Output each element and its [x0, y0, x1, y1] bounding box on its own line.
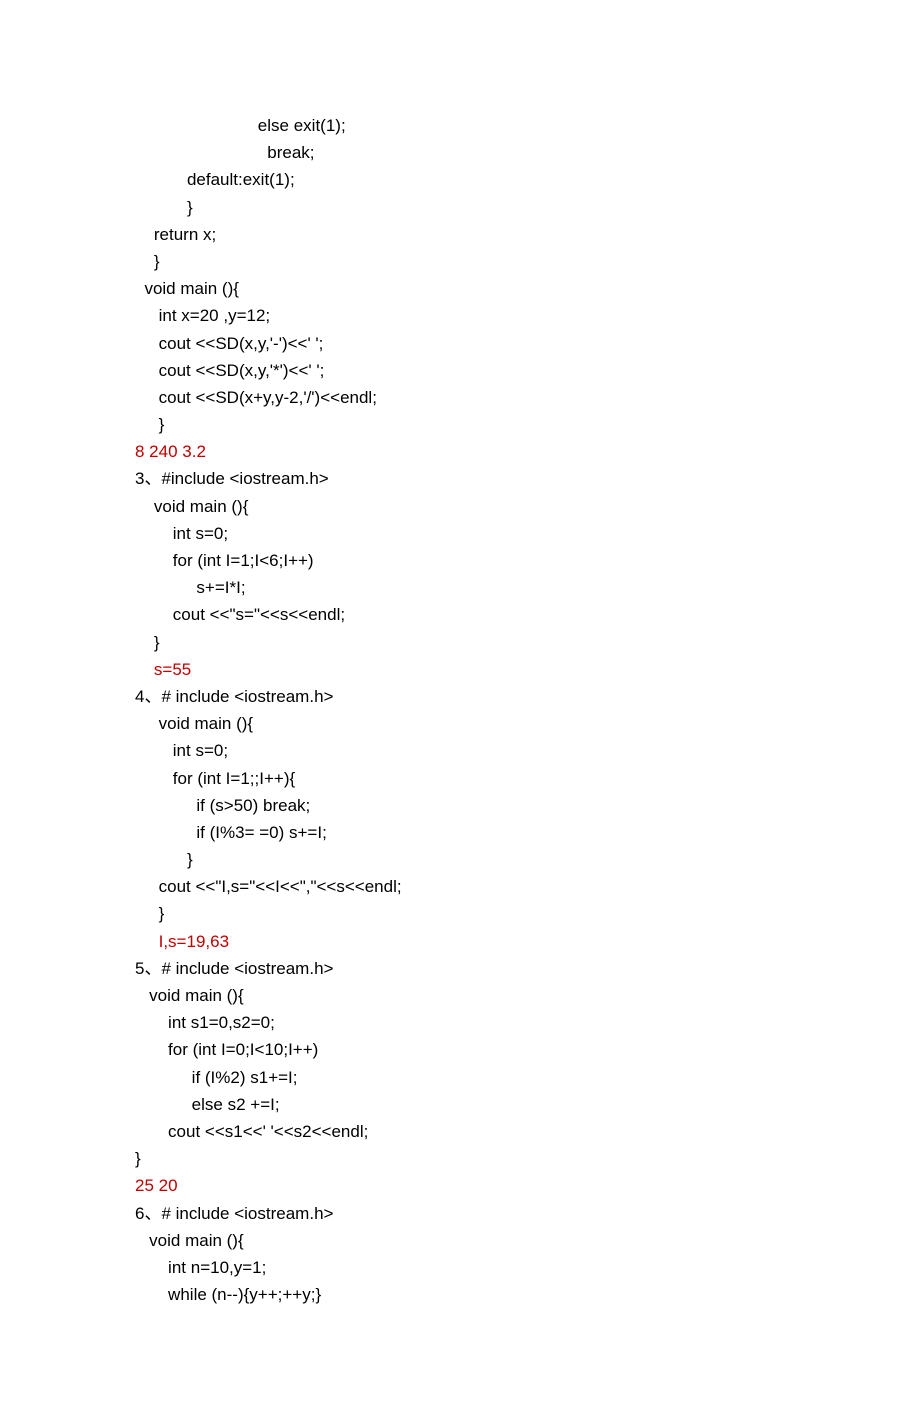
code-line: 25 20 — [135, 1172, 785, 1199]
code-line: if (I%2) s1+=I; — [135, 1064, 785, 1091]
code-line: for (int I=1;I<6;I++) — [135, 547, 785, 574]
code-line: cout <<"I,s="<<I<<","<<s<<endl; — [135, 873, 785, 900]
code-line: void main (){ — [135, 710, 785, 737]
code-line: } — [135, 248, 785, 275]
code-line: 6、# include <iostream.h> — [135, 1200, 785, 1227]
code-line: if (s>50) break; — [135, 792, 785, 819]
code-line: 5、# include <iostream.h> — [135, 955, 785, 982]
code-line: 8 240 3.2 — [135, 438, 785, 465]
code-line: break; — [135, 139, 785, 166]
code-line: void main (){ — [135, 1227, 785, 1254]
code-line: void main (){ — [135, 493, 785, 520]
code-line: for (int I=0;I<10;I++) — [135, 1036, 785, 1063]
code-line: } — [135, 411, 785, 438]
code-line: } — [135, 629, 785, 656]
code-line: } — [135, 1145, 785, 1172]
code-line: int n=10,y=1; — [135, 1254, 785, 1281]
code-line: default:exit(1); — [135, 166, 785, 193]
code-line: cout <<SD(x,y,'*')<<' '; — [135, 357, 785, 384]
code-line: s=55 — [135, 656, 785, 683]
code-line: } — [135, 900, 785, 927]
code-line: cout <<"s="<<s<<endl; — [135, 601, 785, 628]
code-line: int s1=0,s2=0; — [135, 1009, 785, 1036]
code-line: if (I%3= =0) s+=I; — [135, 819, 785, 846]
code-line: int s=0; — [135, 520, 785, 547]
code-line: else exit(1); — [135, 112, 785, 139]
code-line: cout <<SD(x+y,y-2,'/')<<endl; — [135, 384, 785, 411]
code-line: void main (){ — [135, 275, 785, 302]
code-line: I,s=19,63 — [135, 928, 785, 955]
code-line: int s=0; — [135, 737, 785, 764]
code-line: int x=20 ,y=12; — [135, 302, 785, 329]
code-line: cout <<s1<<' '<<s2<<endl; — [135, 1118, 785, 1145]
document-page: else exit(1); break; default:exit(1); } … — [0, 0, 920, 1408]
code-line: for (int I=1;;I++){ — [135, 765, 785, 792]
code-line: else s2 +=I; — [135, 1091, 785, 1118]
code-line: } — [135, 846, 785, 873]
code-line: cout <<SD(x,y,'-')<<' '; — [135, 330, 785, 357]
code-line: while (n--){y++;++y;} — [135, 1281, 785, 1308]
code-line: 3、#include <iostream.h> — [135, 465, 785, 492]
code-line: } — [135, 194, 785, 221]
code-line: s+=I*I; — [135, 574, 785, 601]
code-line: void main (){ — [135, 982, 785, 1009]
code-line: return x; — [135, 221, 785, 248]
code-line: 4、# include <iostream.h> — [135, 683, 785, 710]
